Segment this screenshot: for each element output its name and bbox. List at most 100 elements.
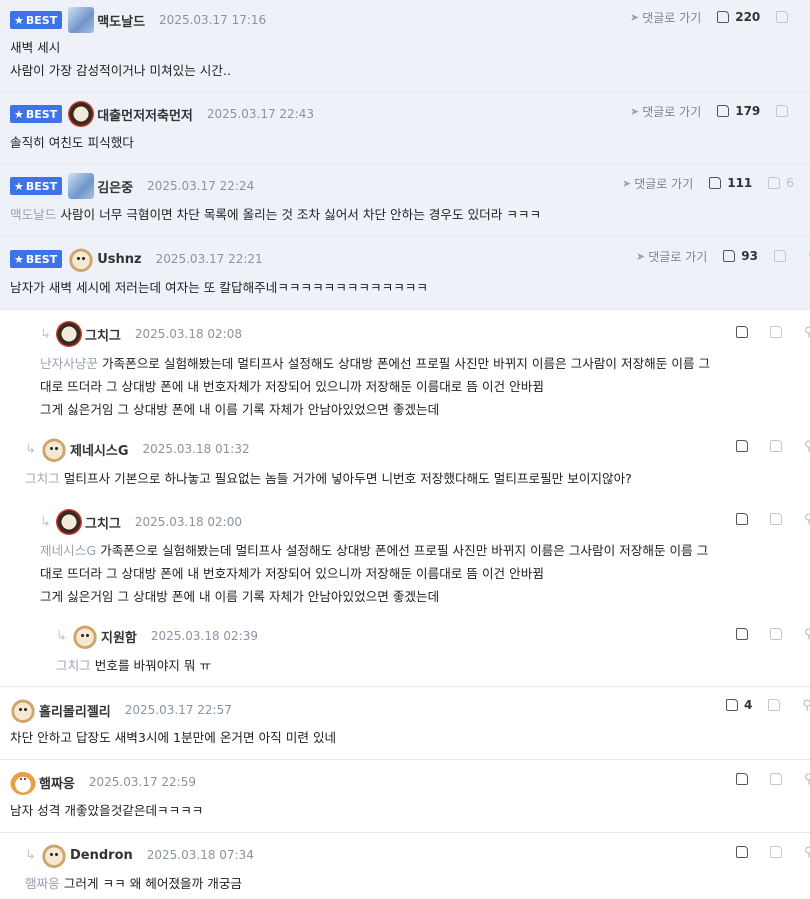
comment-author[interactable]: 지원함 [101,627,137,646]
comment-author[interactable]: 햄짜응 [39,773,75,792]
comment-author[interactable]: 그치그 [85,325,121,344]
link-icon[interactable]: ⚲ [804,772,810,787]
comment-author[interactable]: Dendron [70,848,133,863]
comment-author[interactable]: 맥도날드 [97,11,145,30]
like-button[interactable] [736,846,754,858]
link-icon[interactable]: ⚲ [804,512,810,527]
comment-date: 2025.03.17 22:59 [88,775,196,789]
goto-comment-link[interactable]: ➤ 댓글로 가기 [622,175,693,192]
mention-link[interactable]: 그치그 [56,658,91,673]
avatar[interactable] [68,101,95,127]
thumbs-down-icon [770,628,782,640]
reply-arrow-icon: ↳ [40,326,51,342]
send-icon: ➤ [636,249,646,263]
dislike-button[interactable] [773,250,792,262]
reply-arrow-icon: ↳ [25,441,36,457]
like-button[interactable]: 179 [717,104,760,118]
dislike-button[interactable] [776,105,794,117]
comment-item: ★ BEST Ushnz 2025.03.17 22:21 ➤ 댓글로 가기 93 … [0,236,810,310]
best-badge: ★ BEST [10,105,63,123]
goto-comment-link[interactable]: ➤ 댓글로 가기 [636,248,707,265]
goto-comment-link[interactable]: ➤ 댓글로 가기 [630,9,701,26]
comment-item: ★ BEST 김은중 2025.03.17 22:24 ➤ 댓글로 가기 111 6… [0,164,810,236]
thumbs-down-icon [776,105,789,117]
comment-item: 햄짜응 2025.03.17 22:59 ⚲ 남자 성격 개좋았을것같은데ㅋㅋㅋ… [0,760,810,833]
avatar[interactable] [68,173,95,199]
like-button[interactable] [736,513,754,525]
link-icon[interactable]: ⚲ [804,845,810,860]
dislike-button[interactable] [770,773,788,785]
comment-author[interactable]: 홀리몰리젤리 [39,701,111,720]
like-button[interactable]: 220 [717,10,760,24]
mention-link[interactable]: 제네시스G [40,543,96,558]
avatar[interactable] [10,769,36,795]
mention-link[interactable]: 햄짜응 [25,876,60,891]
avatar[interactable] [41,842,67,868]
comment-date: 2025.03.17 22:43 [206,107,314,121]
avatar[interactable] [56,509,82,535]
comment-date: 2025.03.18 02:00 [134,515,242,529]
thumbs-down-icon [770,773,782,785]
goto-comment-link[interactable]: ➤ 댓글로 가기 [630,103,701,120]
dislike-button[interactable] [768,699,786,711]
comment-author[interactable]: 제네시스G [70,440,129,459]
thumbs-down-icon [776,11,789,23]
thumbs-down-icon [770,326,782,338]
dislike-button[interactable] [770,513,788,525]
thumbs-down-icon [768,699,781,711]
avatar[interactable] [10,697,36,723]
comment-author[interactable]: 대출먼저저축먼저 [97,105,193,124]
comment-body: 새벽 세시 사람이 가장 감성적이거나 미쳐있는 시간.. [10,40,231,78]
avatar[interactable] [68,7,95,33]
star-icon: ★ [14,252,24,266]
like-button[interactable] [736,326,754,338]
avatar[interactable] [41,436,67,462]
avatar[interactable] [68,246,95,272]
link-icon[interactable]: ⚲ [802,698,810,713]
like-button[interactable]: 111 [709,176,752,190]
dislike-button[interactable] [770,326,788,338]
dislike-button[interactable]: 6 [768,176,794,190]
comment-date: 2025.03.17 17:16 [159,13,267,27]
comment-body: 햄짜응 그러게 ㅋㅋ 왜 헤어졌을까 개궁금 [25,876,242,891]
like-button[interactable] [736,440,754,452]
dislike-button[interactable] [776,11,794,23]
reply-item: ↳ 지원함 2025.03.18 02:39 ⚲ 그치그 번호를 바꿔야지 뭐 ㅠ [0,612,810,687]
comment-body: 맥도날드 사람이 너무 극혐이면 차단 목록에 올리는 것 조차 싫어서 차단 안… [10,207,542,222]
send-icon: ➤ [622,176,632,190]
like-button[interactable]: 93 [723,249,758,263]
star-icon: ★ [14,107,24,121]
like-button[interactable] [736,628,754,640]
comment-body: 솔직히 여친도 피식했다 [10,135,134,150]
link-icon[interactable]: ⚲ [804,325,810,340]
reply-item: ↳ Dendron 2025.03.18 07:34 ⚲ 햄짜응 그러게 ㅋㅋ 왜… [0,833,810,899]
dislike-button[interactable] [770,440,788,452]
thumbs-up-icon [726,699,738,711]
star-icon: ★ [14,13,24,27]
avatar[interactable] [56,321,82,347]
send-icon: ➤ [630,104,640,118]
avatar[interactable] [72,623,98,649]
thumbs-up-icon [709,177,722,189]
comment-author[interactable]: 그치그 [85,513,121,532]
link-icon[interactable]: ⚲ [804,439,810,454]
mention-link[interactable]: 맥도날드 [10,207,56,222]
dislike-button[interactable] [770,628,788,640]
comment-body: 제네시스G 가족폰으로 실험해봤는데 멀티프사 설정해도 상대방 폰에선 프로필 … [40,543,709,604]
thumbs-up-icon [736,846,748,858]
link-icon[interactable]: ⚲ [804,627,810,642]
comment-body: 남자 성격 개좋았을것같은데ㅋㅋㅋㅋ [10,803,204,818]
like-button[interactable] [736,773,754,785]
comment-body: 그치그 멀티프사 기본으로 하나놓고 필요없는 놈들 거가에 넣아두면 니번호 저… [25,471,632,486]
thumbs-down-icon [768,177,781,189]
comment-author[interactable]: 김은중 [97,177,133,196]
mention-link[interactable]: 그치그 [25,471,60,486]
thumbs-up-icon [736,326,748,338]
comment-author[interactable]: Ushnz [97,252,141,267]
mention-link[interactable]: 난자사냥꾼 [40,356,98,371]
thumbs-up-icon [736,773,748,785]
thumbs-up-icon [723,250,736,262]
dislike-button[interactable] [770,846,788,858]
like-button[interactable]: 4 [726,698,752,712]
thumbs-up-icon [736,513,748,525]
